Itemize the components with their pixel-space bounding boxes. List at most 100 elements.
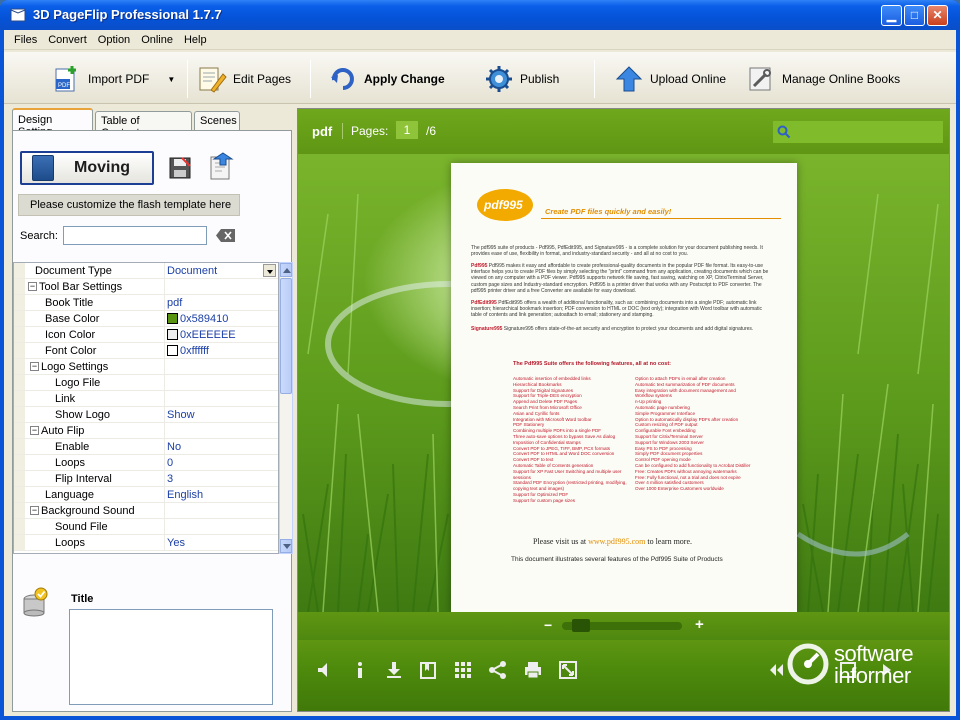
property-value[interactable] [165, 375, 278, 390]
print-icon[interactable] [523, 660, 543, 680]
search-input[interactable] [63, 226, 207, 245]
thumbnails-icon[interactable] [453, 660, 473, 680]
import-pdf-label: Import PDF [88, 72, 150, 86]
visit-link[interactable]: www.pdf995.com [588, 537, 645, 546]
current-page-input[interactable]: 1 [396, 121, 418, 139]
property-row[interactable]: Icon Color 0xEEEEEE [14, 327, 278, 343]
row-gutter [14, 487, 25, 502]
property-value[interactable]: pdf [165, 295, 278, 310]
collapse-toggle-icon[interactable]: − [30, 506, 39, 515]
property-row[interactable]: Font Color 0xffffff [14, 343, 278, 359]
tab-scenes[interactable]: Scenes [194, 111, 240, 130]
scroll-thumb[interactable] [280, 278, 292, 394]
property-row[interactable]: Sound File [14, 519, 278, 535]
property-value[interactable] [165, 391, 278, 406]
collapse-toggle-icon[interactable]: − [30, 362, 39, 371]
tab-table-of-contents[interactable]: Table of Contents [95, 111, 192, 139]
property-row[interactable]: − Tool Bar Settings [14, 279, 278, 295]
zoom-out-button[interactable]: − [544, 617, 552, 633]
book-page[interactable]: pdf995 Create PDF files quickly and easi… [451, 163, 797, 612]
watermark-line-2: informer [834, 663, 911, 688]
scroll-up-button[interactable] [280, 263, 292, 277]
property-row[interactable]: Document Type Document [14, 263, 278, 279]
property-value[interactable]: Document [165, 263, 278, 278]
property-row[interactable]: Enable No [14, 439, 278, 455]
property-value[interactable]: 0x589410 [165, 311, 278, 326]
color-swatch[interactable] [167, 345, 178, 356]
menu-bar: Files Convert Option Online Help [4, 30, 956, 50]
property-row[interactable]: Loops Yes [14, 535, 278, 551]
menu-help[interactable]: Help [178, 30, 212, 46]
property-value[interactable]: 0xEEEEEE [165, 327, 278, 342]
save-icon[interactable] [168, 156, 192, 180]
first-page-icon[interactable] [766, 660, 786, 680]
template-button[interactable]: Moving [20, 151, 154, 185]
share-icon[interactable] [488, 660, 508, 680]
property-row[interactable]: Show Logo Show [14, 407, 278, 423]
property-key-label: Icon Color [45, 329, 96, 341]
menu-convert[interactable]: Convert [42, 30, 92, 46]
tab-design-setting[interactable]: Design Setting [12, 108, 93, 138]
download-icon[interactable] [384, 660, 404, 680]
property-row[interactable]: Loops 0 [14, 455, 278, 471]
property-value[interactable]: 0 [165, 455, 278, 470]
menu-online[interactable]: Online [135, 30, 178, 46]
export-icon[interactable] [207, 151, 235, 181]
property-row[interactable]: Base Color 0x589410 [14, 311, 278, 327]
property-value[interactable] [165, 519, 278, 534]
property-row[interactable]: Language English [14, 487, 278, 503]
property-row[interactable]: Flip Interval 3 [14, 471, 278, 487]
menu-files[interactable]: Files [4, 30, 42, 46]
zoom-slider-handle[interactable] [572, 619, 591, 632]
color-swatch[interactable] [167, 329, 178, 340]
row-gutter [14, 311, 25, 326]
apply-change-button[interactable]: Apply Change [328, 62, 445, 96]
zoom-in-button[interactable]: + [695, 616, 704, 633]
publish-button[interactable]: Publish [484, 62, 559, 96]
property-value[interactable]: Yes [165, 535, 278, 550]
property-value[interactable]: English [165, 487, 278, 502]
collapse-toggle-icon[interactable]: − [30, 426, 39, 435]
minimize-button[interactable]: ▁ [881, 5, 902, 26]
title-textarea[interactable] [69, 609, 273, 705]
import-pdf-button[interactable]: PDF Import PDF ▼ [52, 62, 175, 96]
property-row[interactable]: Link [14, 391, 278, 407]
chevron-down-icon[interactable]: ▼ [167, 75, 175, 84]
property-row[interactable]: Book Title pdf [14, 295, 278, 311]
property-grid-scrollbar[interactable] [279, 262, 293, 554]
property-row[interactable]: − Auto Flip [14, 423, 278, 439]
property-value[interactable]: Show [165, 407, 278, 422]
property-value[interactable] [165, 279, 278, 294]
property-key: Link [25, 391, 165, 406]
property-value[interactable]: No [165, 439, 278, 454]
fullscreen-icon[interactable] [558, 660, 578, 680]
clear-search-icon[interactable] [216, 228, 236, 243]
property-key-label: Loops [55, 537, 85, 549]
manage-online-books-button[interactable]: Manage Online Books [746, 62, 900, 96]
chevron-down-icon[interactable] [263, 264, 276, 277]
edit-pages-button[interactable]: Edit Pages [197, 62, 291, 96]
bookmark-icon[interactable] [418, 660, 438, 680]
property-row[interactable]: − Background Sound [14, 503, 278, 519]
property-key: − Background Sound [25, 503, 165, 518]
features-left-column: Automatic insertion of embedded links Hie… [513, 376, 633, 504]
upload-online-button[interactable]: Upload Online [614, 62, 726, 96]
maximize-button[interactable]: □ [904, 5, 925, 26]
close-button[interactable]: ✕ [927, 5, 948, 26]
customize-template-button[interactable]: Please customize the flash template here [18, 194, 240, 216]
property-value[interactable] [165, 503, 278, 518]
property-value[interactable]: 3 [165, 471, 278, 486]
title-bar[interactable]: 3D PageFlip Professional 1.7.7 ▁ □ ✕ [0, 0, 960, 30]
scroll-down-button[interactable] [280, 539, 292, 553]
info-icon[interactable] [350, 660, 370, 680]
menu-option[interactable]: Option [92, 30, 135, 46]
collapse-toggle-icon[interactable]: − [28, 282, 37, 291]
sound-icon[interactable] [314, 660, 334, 680]
preview-search-input[interactable] [773, 121, 943, 143]
property-value[interactable] [165, 359, 278, 374]
property-value[interactable] [165, 423, 278, 438]
property-row[interactable]: − Logo Settings [14, 359, 278, 375]
color-swatch[interactable] [167, 313, 178, 324]
property-value[interactable]: 0xffffff [165, 343, 278, 358]
property-row[interactable]: Logo File [14, 375, 278, 391]
